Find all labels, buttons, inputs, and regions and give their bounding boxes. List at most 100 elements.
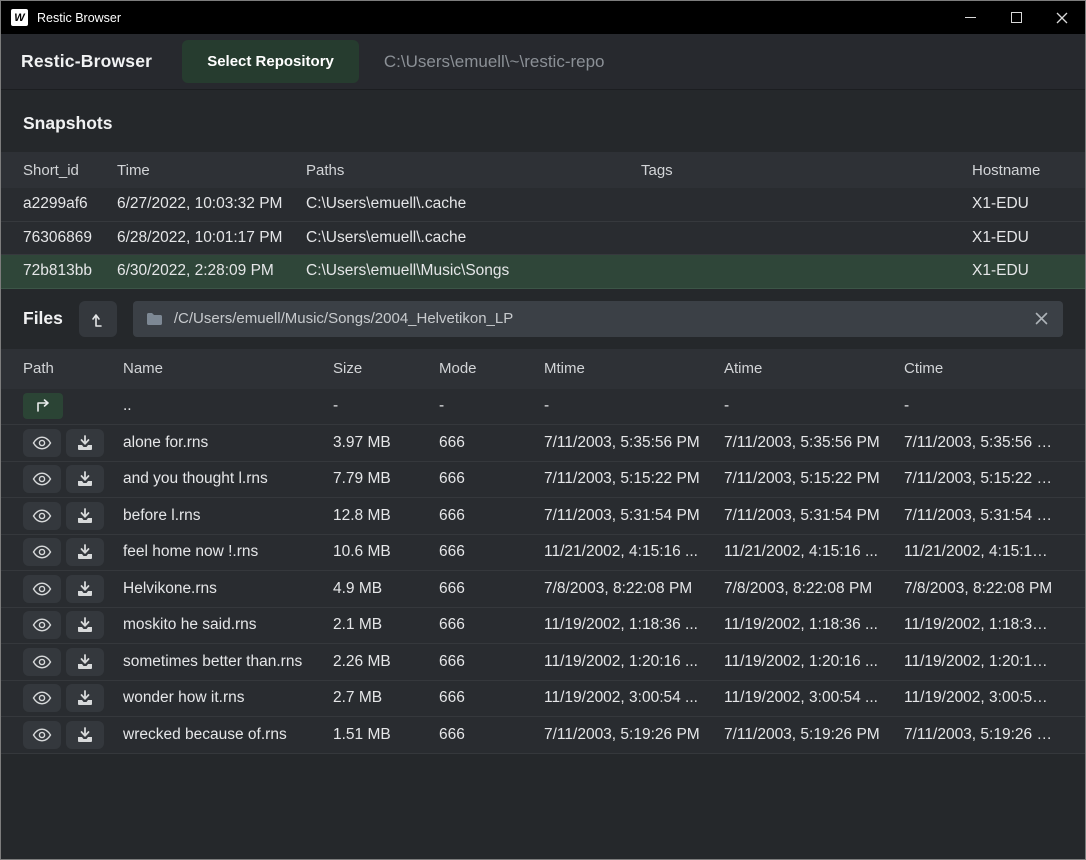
download-file-button[interactable] bbox=[66, 502, 104, 530]
up-level-icon bbox=[88, 309, 108, 329]
minimize-button[interactable] bbox=[947, 1, 993, 34]
file-name: feel home now !.rns bbox=[123, 543, 333, 561]
file-name: wrecked because of.rns bbox=[123, 726, 333, 744]
preview-file-button[interactable] bbox=[23, 575, 61, 603]
preview-file-button[interactable] bbox=[23, 721, 61, 749]
file-mtime: 11/21/2002, 4:15:16 ... bbox=[544, 543, 724, 561]
snapshot-row[interactable]: a2299af6 6/27/2022, 10:03:32 PM C:\Users… bbox=[1, 188, 1085, 222]
snapshot-hostname: X1-EDU bbox=[972, 262, 1063, 280]
file-row: sometimes better than.rns 2.26 MB 666 11… bbox=[1, 644, 1085, 681]
window-title: Restic Browser bbox=[37, 11, 121, 25]
preview-file-button[interactable] bbox=[23, 611, 61, 639]
eye-icon bbox=[32, 509, 52, 523]
column-time: Time bbox=[117, 162, 306, 179]
file-ctime: 7/11/2003, 5:19:26 PM bbox=[904, 726, 1063, 744]
file-atime: - bbox=[724, 397, 904, 415]
file-size: 3.97 MB bbox=[333, 434, 439, 452]
column-path: Path bbox=[23, 360, 123, 377]
file-size: 12.8 MB bbox=[333, 507, 439, 525]
files-table-body: .. - - - - - alone for.rns 3.97 MB 666 7… bbox=[1, 389, 1085, 754]
maximize-icon bbox=[1011, 12, 1022, 23]
file-row: and you thought l.rns 7.79 MB 666 7/11/2… bbox=[1, 462, 1085, 499]
file-size: - bbox=[333, 397, 439, 415]
file-name: before l.rns bbox=[123, 507, 333, 525]
file-row: feel home now !.rns 10.6 MB 666 11/21/20… bbox=[1, 535, 1085, 572]
file-mode: - bbox=[439, 397, 544, 415]
download-file-button[interactable] bbox=[66, 721, 104, 749]
column-short-id: Short_id bbox=[23, 162, 117, 179]
file-mode: 666 bbox=[439, 543, 544, 561]
file-mode: 666 bbox=[439, 616, 544, 634]
file-size: 2.26 MB bbox=[333, 653, 439, 671]
file-mtime: 7/11/2003, 5:19:26 PM bbox=[544, 726, 724, 744]
eye-icon bbox=[32, 545, 52, 559]
file-atime: 11/19/2002, 3:00:54 ... bbox=[724, 689, 904, 707]
file-ctime: 7/11/2003, 5:35:56 PM bbox=[904, 434, 1063, 452]
snapshot-row[interactable]: 76306869 6/28/2022, 10:01:17 PM C:\Users… bbox=[1, 222, 1085, 256]
file-ctime: 11/19/2002, 3:00:54 ... bbox=[904, 689, 1063, 707]
file-size: 10.6 MB bbox=[333, 543, 439, 561]
file-mtime: 11/19/2002, 3:00:54 ... bbox=[544, 689, 724, 707]
download-file-button[interactable] bbox=[66, 611, 104, 639]
preview-file-button[interactable] bbox=[23, 648, 61, 676]
close-button[interactable] bbox=[1039, 1, 1085, 34]
column-mode: Mode bbox=[439, 360, 544, 377]
empty-area bbox=[1, 754, 1085, 860]
download-file-button[interactable] bbox=[66, 429, 104, 457]
snapshot-paths: C:\Users\emuell\Music\Songs bbox=[306, 262, 641, 280]
preview-file-button[interactable] bbox=[23, 684, 61, 712]
file-mode: 666 bbox=[439, 434, 544, 452]
column-mtime: Mtime bbox=[544, 360, 724, 377]
file-ctime: - bbox=[904, 397, 1063, 415]
snapshots-section-title: Snapshots bbox=[1, 90, 1085, 152]
select-repository-button[interactable]: Select Repository bbox=[182, 40, 359, 83]
snapshot-short-id: 72b813bb bbox=[23, 262, 117, 280]
up-right-arrow-icon bbox=[33, 398, 53, 414]
parent-directory-row: .. - - - - - bbox=[1, 389, 1085, 426]
file-mtime: 7/11/2003, 5:35:56 PM bbox=[544, 434, 724, 452]
preview-file-button[interactable] bbox=[23, 465, 61, 493]
column-hostname: Hostname bbox=[972, 162, 1063, 179]
file-row: moskito he said.rns 2.1 MB 666 11/19/200… bbox=[1, 608, 1085, 645]
file-atime: 7/11/2003, 5:31:54 PM bbox=[724, 507, 904, 525]
snapshot-row[interactable]: 72b813bb 6/30/2022, 2:28:09 PM C:\Users\… bbox=[1, 255, 1085, 289]
download-file-button[interactable] bbox=[66, 465, 104, 493]
file-name: wonder how it.rns bbox=[123, 689, 333, 707]
maximize-button[interactable] bbox=[993, 1, 1039, 34]
file-mode: 666 bbox=[439, 689, 544, 707]
preview-file-button[interactable] bbox=[23, 429, 61, 457]
download-icon bbox=[76, 727, 94, 743]
column-ctime: Ctime bbox=[904, 360, 1063, 377]
preview-file-button[interactable] bbox=[23, 502, 61, 530]
download-icon bbox=[76, 654, 94, 670]
file-atime: 7/11/2003, 5:15:22 PM bbox=[724, 470, 904, 488]
file-mtime: - bbox=[544, 397, 724, 415]
download-file-button[interactable] bbox=[66, 648, 104, 676]
column-tags: Tags bbox=[641, 162, 972, 179]
download-file-button[interactable] bbox=[66, 575, 104, 603]
go-parent-directory-button[interactable] bbox=[23, 393, 63, 419]
files-bar: Files /C/Users/emuell/Music/Songs/2004_H… bbox=[1, 289, 1085, 349]
snapshot-time: 6/27/2022, 10:03:32 PM bbox=[117, 195, 306, 213]
files-table-header: Path Name Size Mode Mtime Atime Ctime bbox=[1, 349, 1085, 389]
download-icon bbox=[76, 435, 94, 451]
files-heading: Files bbox=[23, 308, 63, 329]
clear-path-button[interactable] bbox=[1033, 310, 1050, 327]
current-path-input[interactable]: /C/Users/emuell/Music/Songs/2004_Helveti… bbox=[133, 301, 1063, 337]
file-size: 1.51 MB bbox=[333, 726, 439, 744]
file-size: 7.79 MB bbox=[333, 470, 439, 488]
download-icon bbox=[76, 581, 94, 597]
eye-icon bbox=[32, 618, 52, 632]
download-file-button[interactable] bbox=[66, 684, 104, 712]
file-ctime: 7/11/2003, 5:31:54 PM bbox=[904, 507, 1063, 525]
download-icon bbox=[76, 471, 94, 487]
repository-path: C:\Users\emuell\~\restic-repo bbox=[384, 52, 605, 72]
file-mtime: 7/8/2003, 8:22:08 PM bbox=[544, 580, 724, 598]
file-row: before l.rns 12.8 MB 666 7/11/2003, 5:31… bbox=[1, 498, 1085, 535]
preview-file-button[interactable] bbox=[23, 538, 61, 566]
column-size: Size bbox=[333, 360, 439, 377]
close-icon bbox=[1056, 12, 1068, 24]
file-row: wrecked because of.rns 1.51 MB 666 7/11/… bbox=[1, 717, 1085, 754]
download-file-button[interactable] bbox=[66, 538, 104, 566]
up-level-button[interactable] bbox=[79, 301, 117, 337]
